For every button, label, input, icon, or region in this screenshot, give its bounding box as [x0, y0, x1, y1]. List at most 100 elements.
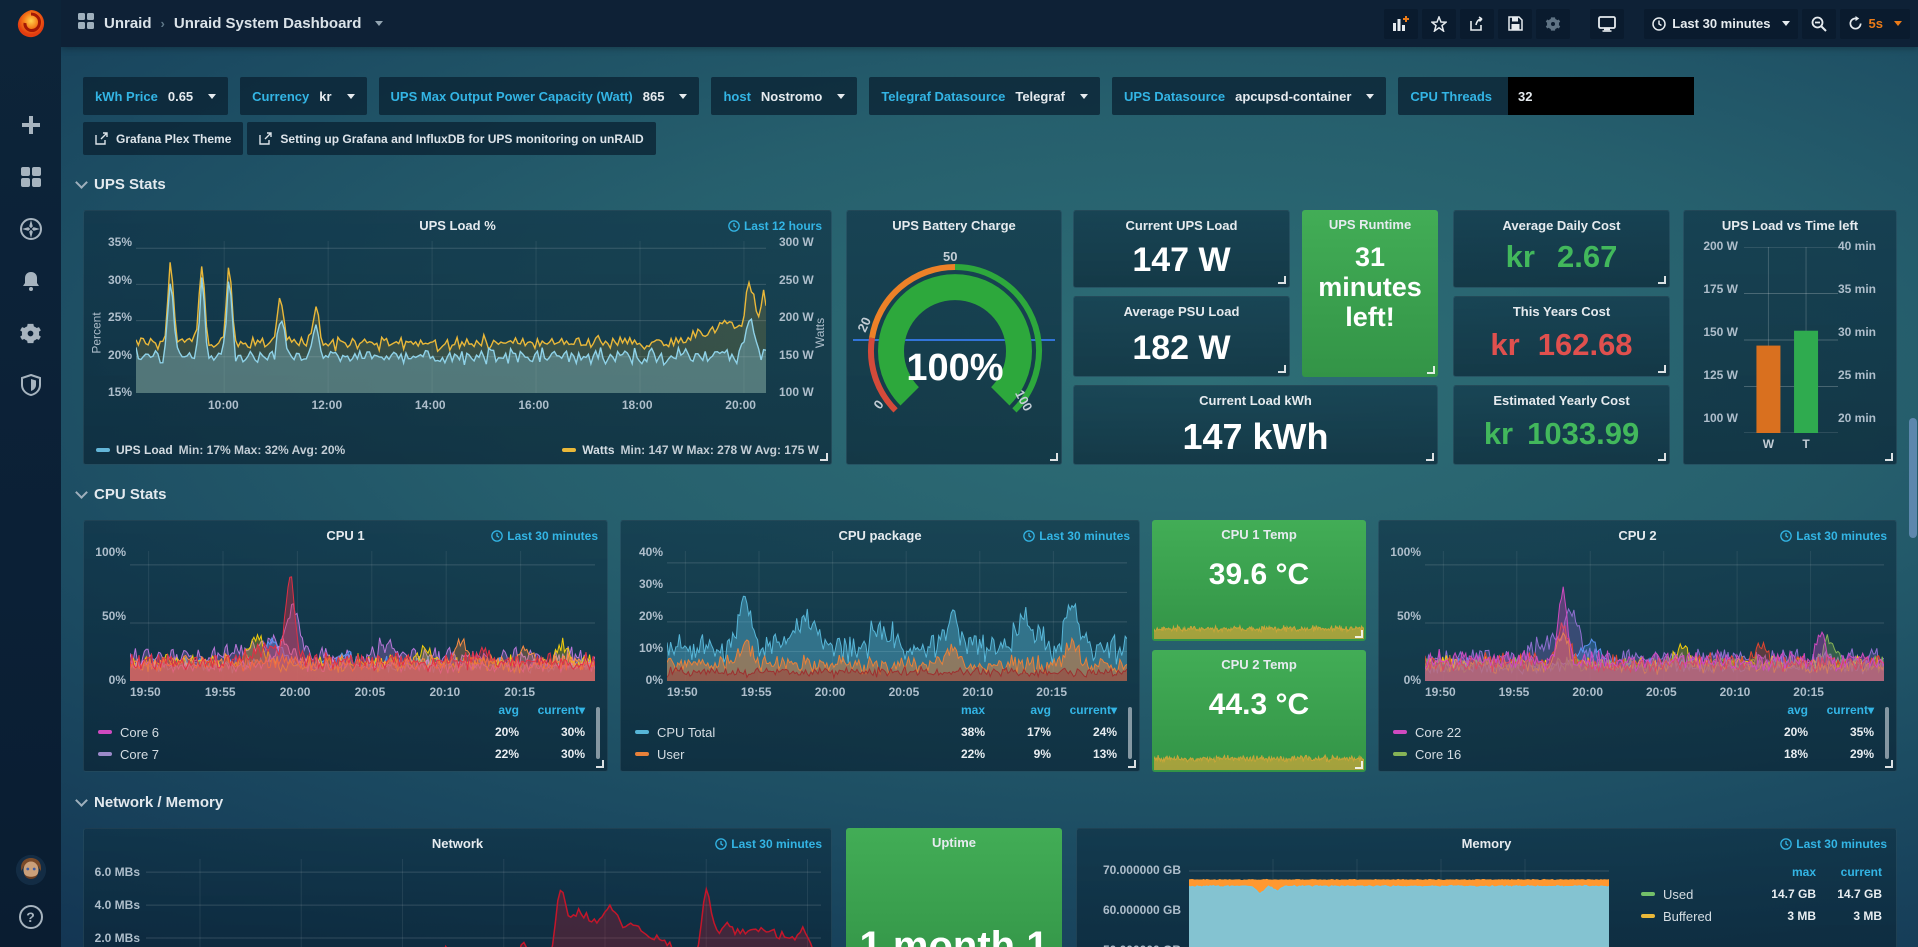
breadcrumb-dashboard[interactable]: Unraid System Dashboard	[174, 15, 362, 32]
legend-column-header[interactable]: max	[1750, 865, 1816, 879]
variable-telegraf-datasource[interactable]: Telegraf DatasourceTelegraf	[869, 77, 1100, 115]
legend-value: 22%	[919, 747, 985, 761]
variable-ups-max-output[interactable]: UPS Max Output Power Capacity (Watt)865	[379, 77, 700, 115]
legend-series-name[interactable]: Watts	[582, 443, 614, 457]
legend-series-name[interactable]: Core 6	[120, 725, 453, 740]
page-scrollbar[interactable]	[1908, 0, 1918, 947]
legend-value: 14.7 GB	[1750, 887, 1816, 901]
legend-column-header[interactable]: current▾	[519, 703, 585, 717]
panel-time-range[interactable]: Last 30 minutes	[1023, 529, 1130, 543]
settings-gear-button[interactable]	[1536, 9, 1570, 39]
user-avatar[interactable]	[16, 855, 46, 885]
add-panel-button[interactable]	[1384, 9, 1418, 39]
cycle-view-monitor-button[interactable]	[1590, 9, 1624, 39]
variable-ups-datasource[interactable]: UPS Datasourceapcupsd-container	[1112, 77, 1386, 115]
axis-tick: 35 min	[1838, 282, 1876, 296]
dashboards-icon[interactable]	[18, 164, 44, 190]
panel-cpu2-temp: CPU 2 Temp 44.3 °C	[1152, 650, 1366, 772]
legend-series-name[interactable]: Used	[1663, 887, 1750, 902]
memory-chart[interactable]	[1189, 859, 1609, 947]
gauge-value: 100%	[855, 347, 1055, 390]
panel-title[interactable]: Estimated Yearly Cost	[1454, 393, 1669, 408]
cpu1-legend: avgcurrent▾Core 620%30%Core 722%30%	[94, 703, 585, 765]
panel-time-range[interactable]: Last 30 minutes	[1780, 529, 1887, 543]
help-icon[interactable]: ?	[19, 905, 43, 929]
legend-scrollbar[interactable]	[1885, 707, 1889, 759]
panel-title[interactable]: This Years Cost	[1454, 304, 1669, 319]
zoom-out-button[interactable]	[1802, 9, 1836, 39]
cpu1-chart[interactable]	[130, 551, 595, 681]
legend-scrollbar[interactable]	[1128, 707, 1132, 759]
refresh-interval-label[interactable]: 5s	[1869, 16, 1883, 31]
breadcrumb-folder[interactable]: Unraid	[104, 15, 152, 32]
variable-currency[interactable]: Currencykr	[240, 77, 366, 115]
panel-title[interactable]: Current Load kWh	[1074, 393, 1437, 408]
section-ups-stats[interactable]: UPS Stats	[77, 176, 166, 193]
section-cpu-stats[interactable]: CPU Stats	[77, 486, 167, 503]
legend-column-header[interactable]: avg	[1742, 703, 1808, 717]
legend-column-header[interactable]: max	[919, 703, 985, 717]
admin-shield-icon[interactable]	[18, 372, 44, 398]
grafana-logo[interactable]	[0, 0, 61, 47]
panel-title[interactable]: UPS Battery Charge	[847, 218, 1061, 233]
axis-tick: 30%	[108, 273, 132, 287]
share-button[interactable]	[1460, 9, 1494, 39]
refresh-button[interactable]: 5s	[1840, 9, 1910, 39]
legend-series-name[interactable]: Buffered	[1663, 909, 1750, 924]
alerting-bell-icon[interactable]	[18, 268, 44, 294]
ups-load-chart[interactable]	[136, 241, 766, 393]
cpu-package-chart[interactable]	[667, 551, 1127, 681]
configuration-gear-icon[interactable]	[18, 320, 44, 346]
dashboard-grid-icon[interactable]	[77, 12, 95, 35]
gauge-tick-50: 50	[943, 249, 957, 264]
axis-tick: 10:00	[208, 398, 239, 412]
legend-column-header[interactable]: current	[1816, 865, 1882, 879]
panel-title[interactable]: Average PSU Load	[1074, 304, 1289, 319]
panel-title[interactable]: Average Daily Cost	[1454, 218, 1669, 233]
panel-title[interactable]: UPS Load %	[84, 218, 831, 233]
legend-row: Used14.7 GB14.7 GB	[1637, 883, 1882, 905]
legend-series-name[interactable]: Core 7	[120, 747, 453, 762]
variable-host[interactable]: hostNostromo	[711, 77, 857, 115]
link-ups-monitoring-guide[interactable]: Setting up Grafana and InfluxDB for UPS …	[247, 122, 655, 155]
create-plus-icon[interactable]	[18, 112, 44, 138]
panel-title[interactable]: Uptime	[846, 835, 1062, 850]
panel-title[interactable]: CPU 2 Temp	[1152, 657, 1366, 672]
ups-vs-time-bars-chart[interactable]	[1744, 247, 1838, 433]
panel-title[interactable]: Memory	[1077, 836, 1896, 851]
link-grafana-plex-theme[interactable]: Grafana Plex Theme	[83, 122, 243, 155]
network-chart[interactable]	[146, 859, 821, 947]
legend-column-header[interactable]: current▾	[1051, 703, 1117, 717]
save-button[interactable]	[1498, 9, 1532, 39]
axis-tick: 20:15	[1793, 685, 1824, 699]
panel-title[interactable]: Current UPS Load	[1074, 218, 1289, 233]
axis-tick: 20 min	[1838, 411, 1876, 425]
y-axis-ticks: 100%50%0%	[1385, 545, 1421, 687]
panel-title[interactable]: UPS Load vs Time left	[1684, 218, 1896, 233]
panel-title[interactable]: CPU 1 Temp	[1152, 527, 1366, 542]
explore-compass-icon[interactable]	[18, 216, 44, 242]
breadcrumb-caret-icon[interactable]	[375, 21, 383, 26]
scrollbar-thumb[interactable]	[1909, 418, 1917, 538]
panel-time-range[interactable]: Last 30 minutes	[1780, 837, 1887, 851]
panel-time-range[interactable]: Last 30 minutes	[491, 529, 598, 543]
legend-column-header[interactable]: avg	[453, 703, 519, 717]
legend-series-name[interactable]: Core 22	[1415, 725, 1742, 740]
variable-kwh-price[interactable]: kWh Price0.65	[83, 77, 228, 115]
section-network-memory[interactable]: Network / Memory	[77, 794, 223, 811]
time-range-picker[interactable]: Last 30 minutes	[1644, 9, 1797, 39]
panel-time-range[interactable]: Last 30 minutes	[715, 837, 822, 851]
cpu2-chart[interactable]	[1425, 551, 1884, 681]
bar-W	[1756, 346, 1780, 433]
legend-series-name[interactable]: Core 16	[1415, 747, 1742, 762]
legend-series-name[interactable]: User	[657, 747, 919, 762]
legend-series-name[interactable]: CPU Total	[657, 725, 919, 740]
legend-series-name[interactable]: UPS Load	[116, 443, 173, 457]
legend-scrollbar[interactable]	[596, 707, 600, 759]
cpu-threads-input[interactable]	[1508, 77, 1694, 115]
panel-time-range[interactable]: Last 12 hours	[728, 219, 822, 233]
star-button[interactable]	[1422, 9, 1456, 39]
legend-column-header[interactable]: avg	[985, 703, 1051, 717]
panel-title[interactable]: UPS Runtime	[1302, 217, 1438, 232]
legend-column-header[interactable]: current▾	[1808, 703, 1874, 717]
